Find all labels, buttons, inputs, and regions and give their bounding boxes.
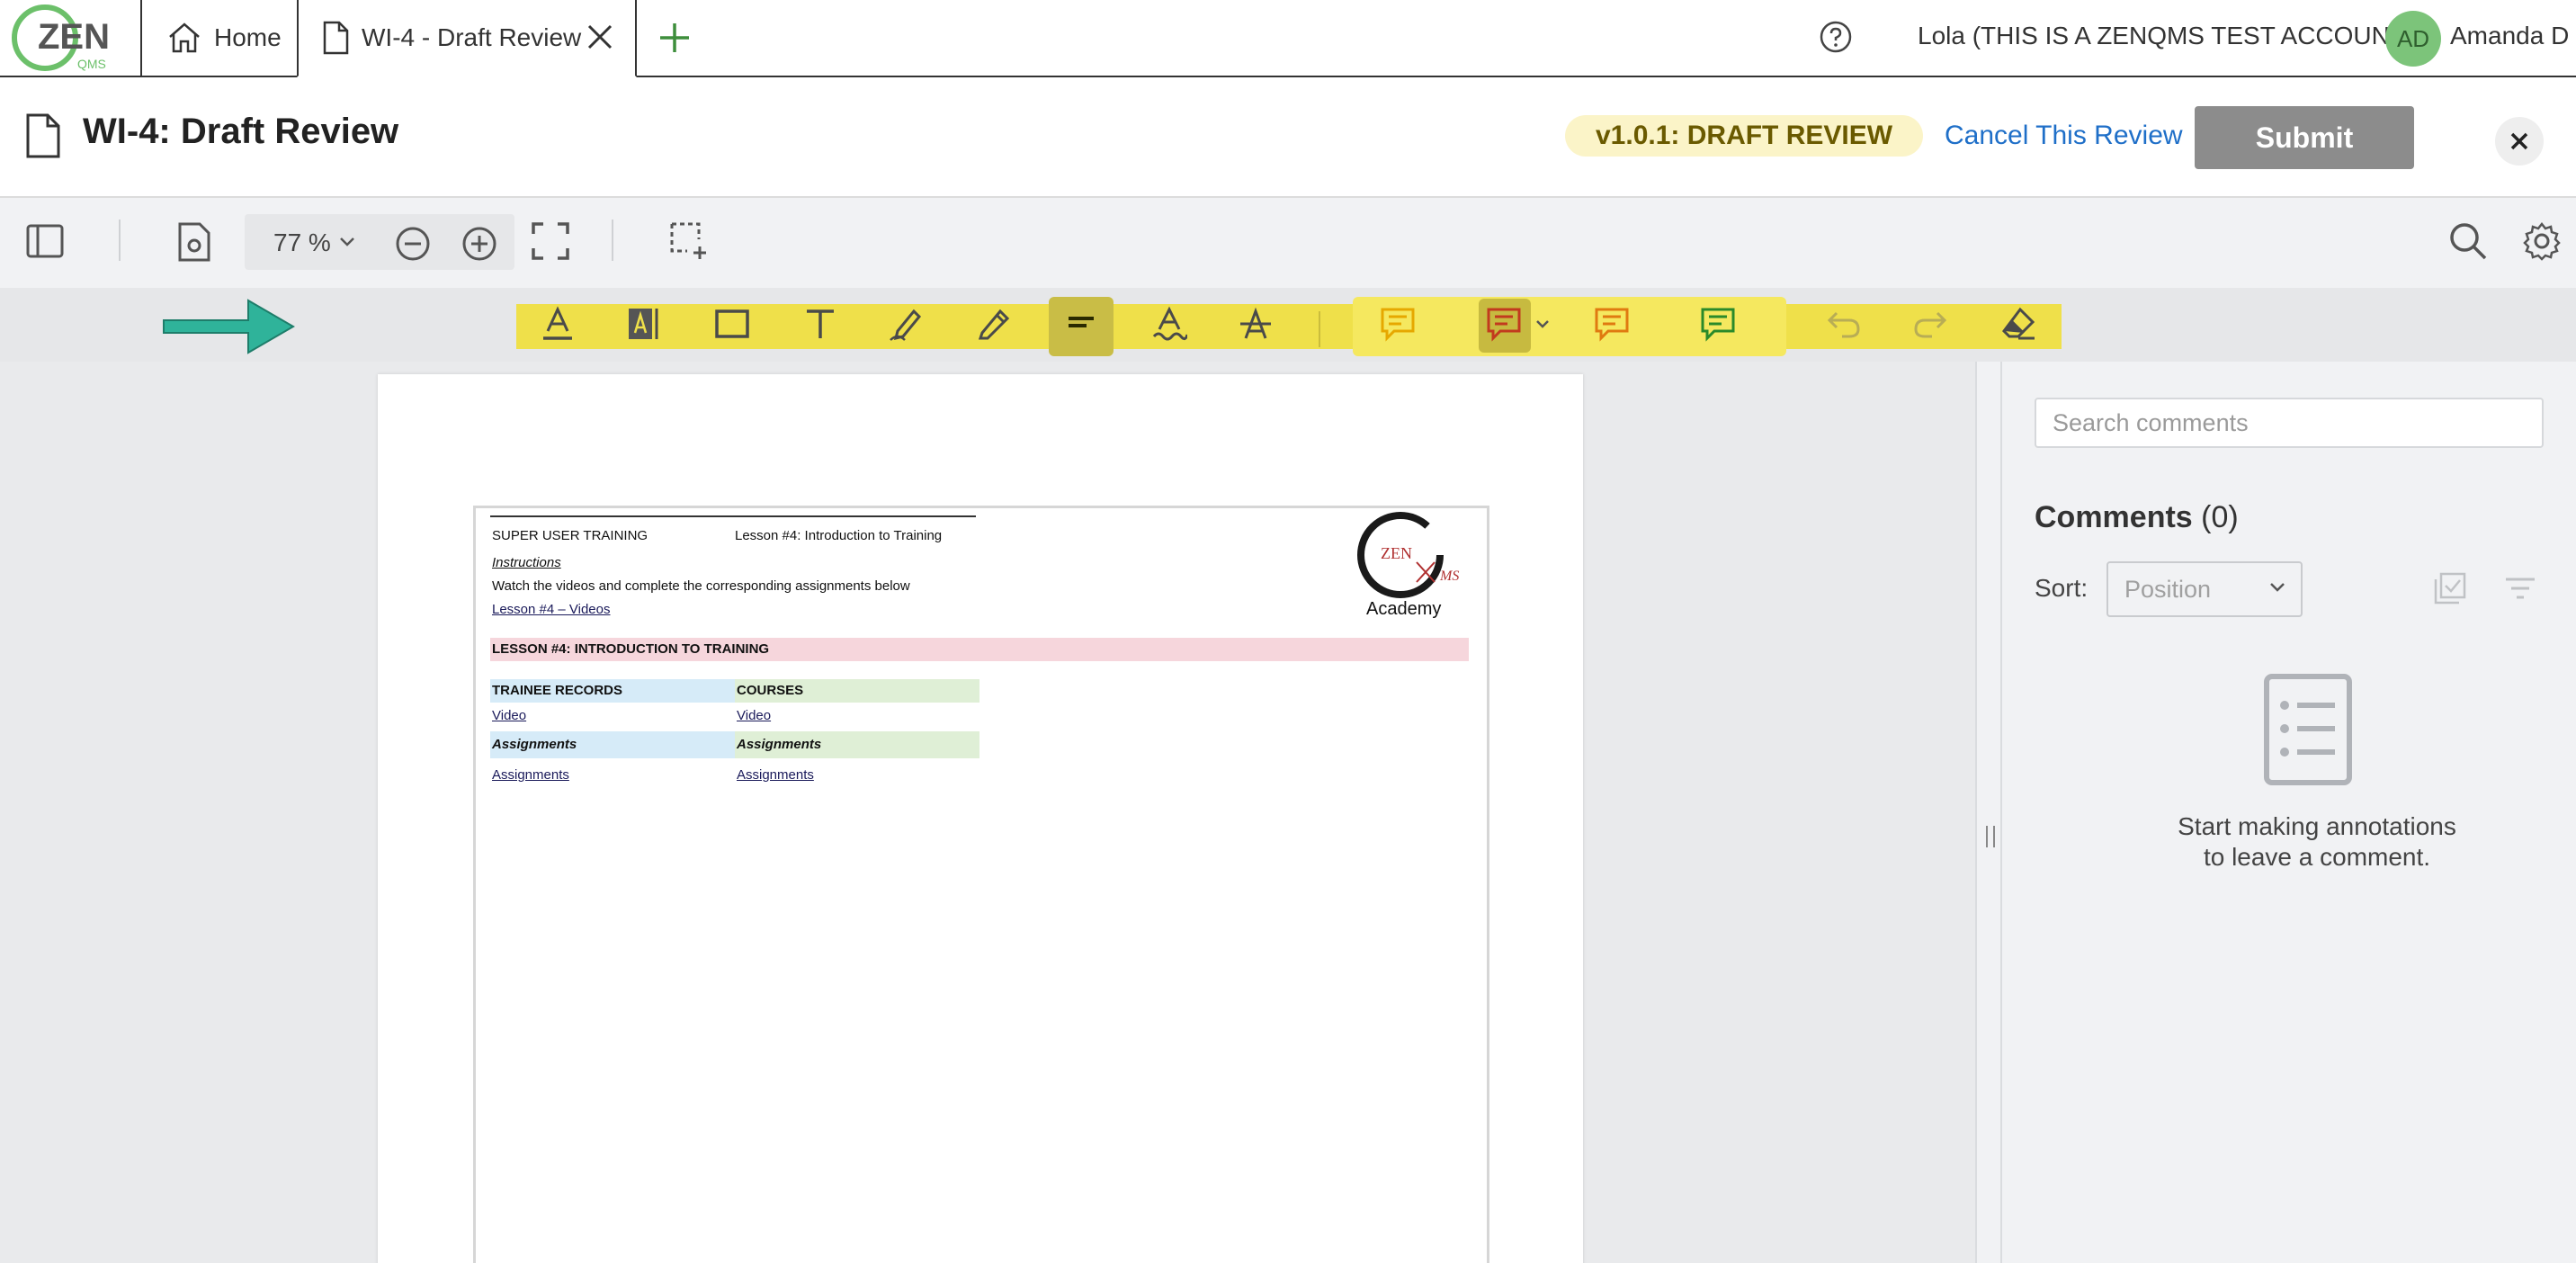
videos-link[interactable]: Lesson #4 – Videos [492, 602, 611, 617]
close-tab-icon[interactable] [586, 23, 613, 50]
pen-icon[interactable] [975, 306, 1011, 342]
squiggly-underline-icon[interactable] [1151, 306, 1187, 342]
text-icon[interactable] [802, 306, 838, 342]
fit-page-icon[interactable] [531, 221, 570, 261]
multi-select-icon[interactable] [2432, 570, 2468, 606]
empty-state-line-1: Start making annotations [2178, 812, 2456, 840]
avatar[interactable]: AD [2385, 11, 2441, 67]
panel-resize-handle[interactable] [1975, 362, 2002, 1263]
col1-video-link[interactable]: Video [492, 708, 526, 723]
document-page[interactable]: SUPER USER TRAINING Lesson #4: Introduct… [378, 374, 1583, 1263]
rectangle-icon[interactable] [714, 306, 750, 342]
sort-value: Position [2124, 575, 2212, 603]
chevron-down-icon[interactable] [1534, 318, 1551, 331]
close-icon[interactable] [2495, 117, 2544, 166]
logo-subtext: QMS [77, 57, 106, 71]
logo-text: ZEN [38, 17, 110, 57]
comment-green-icon[interactable] [1700, 306, 1736, 342]
gear-icon[interactable] [2522, 221, 2562, 261]
sort-select[interactable]: Position [2106, 561, 2303, 617]
free-text-box-icon[interactable] [626, 306, 662, 342]
search-icon[interactable] [2448, 221, 2488, 261]
col1-assignments-header: Assignments [492, 737, 577, 752]
top-tab-bar: ZEN QMS Home WI-4 - Draft Review Lola (T… [0, 0, 2576, 77]
comments-panel: Search comments Comments (0) Sort: Posit… [2002, 362, 2576, 1263]
area-select-icon[interactable] [669, 221, 709, 261]
comments-title: Comments (0) [2035, 500, 2239, 535]
strikethrough-icon[interactable] [1238, 306, 1274, 342]
academy-logo-ms: MS [1439, 569, 1459, 584]
page-settings-icon[interactable] [176, 221, 212, 263]
add-tab-icon[interactable] [657, 20, 693, 56]
tab-draft-review-label: WI-4 - Draft Review [362, 23, 582, 51]
instructions-label: Instructions [492, 555, 561, 570]
tab-home[interactable]: Home [140, 0, 299, 76]
sort-label: Sort: [2035, 574, 2089, 602]
academy-logo-text: Academy [1366, 599, 1441, 619]
arrow-pointer-icon [162, 295, 297, 358]
chevron-down-icon [2268, 581, 2286, 594]
comments-title-label: Comments [2035, 500, 2193, 534]
filter-icon[interactable] [2502, 570, 2538, 606]
col1-assignments-link[interactable]: Assignments [492, 767, 569, 783]
doc-header-left: SUPER USER TRAINING [492, 528, 648, 543]
text-underline-icon[interactable] [540, 306, 576, 342]
col2-assignments-link[interactable]: Assignments [737, 767, 814, 783]
zoom-out-icon[interactable] [394, 225, 432, 263]
eraser-icon[interactable] [2000, 306, 2036, 342]
instructions-text: Watch the videos and complete the corres… [492, 578, 910, 594]
toolbar-divider [612, 219, 613, 261]
search-comments-input[interactable]: Search comments [2035, 398, 2544, 448]
account-name[interactable]: Lola (THIS IS A ZENQMS TEST ACCOUNT) [1918, 22, 2413, 50]
header-rule [490, 515, 976, 517]
cancel-review-link[interactable]: Cancel This Review [1945, 121, 2183, 151]
tab-draft-review[interactable]: WI-4 - Draft Review [297, 0, 637, 77]
section-title: LESSON #4: INTRODUCTION TO TRAINING [492, 641, 770, 657]
viewer-toolbar: 77 % [0, 198, 2576, 288]
zoom-value: 77 % [273, 228, 331, 256]
annotation-toolbar [0, 288, 2576, 362]
help-icon[interactable] [1819, 20, 1853, 54]
home-icon [167, 22, 201, 54]
zoom-in-icon[interactable] [461, 225, 498, 263]
page-title: WI-4: Draft Review [83, 112, 399, 151]
doc-header-right: Lesson #4: Introduction to Training [735, 528, 943, 543]
col1-title: TRAINEE RECORDS [492, 683, 623, 698]
submit-button[interactable]: Submit [2195, 106, 2414, 169]
zenqms-academy-logo: ZEN MS Academy [1357, 508, 1483, 625]
document-content: SUPER USER TRAINING Lesson #4: Introduct… [473, 506, 1489, 1263]
version-badge: v1.0.1: DRAFT REVIEW [1565, 115, 1924, 157]
empty-comments-icon [2263, 673, 2353, 786]
toggle-sidebar-icon[interactable] [25, 221, 65, 261]
grip-icon [1986, 826, 1995, 847]
academy-logo-zen: ZEN [1381, 544, 1412, 562]
zenqms-logo[interactable]: ZEN QMS [11, 2, 122, 74]
document-icon [25, 113, 61, 158]
document-icon [322, 21, 349, 55]
document-canvas[interactable]: SUPER USER TRAINING Lesson #4: Introduct… [0, 362, 1975, 1263]
toolbar-divider [1319, 311, 1320, 347]
tab-home-label: Home [214, 23, 282, 51]
col2-title: COURSES [737, 683, 804, 698]
comment-red-icon[interactable] [1486, 306, 1522, 342]
highlight-icon[interactable] [1063, 306, 1099, 342]
comment-yellow-icon[interactable] [1380, 306, 1416, 342]
user-name[interactable]: Amanda D [2450, 22, 2569, 50]
zoom-selector[interactable]: 77 % [245, 214, 514, 270]
col2-video-link[interactable]: Video [737, 708, 771, 723]
toolbar-divider [119, 219, 121, 261]
signature-icon[interactable] [889, 306, 925, 342]
empty-state-line-2: to leave a comment. [2203, 843, 2431, 871]
chevron-down-icon [338, 236, 356, 248]
comments-count: (0) [2201, 500, 2239, 534]
undo-icon[interactable] [1826, 306, 1862, 342]
col2-assignments-header: Assignments [737, 737, 822, 752]
title-bar: WI-4: Draft Review v1.0.1: DRAFT REVIEW … [0, 77, 2576, 198]
redo-icon[interactable] [1912, 306, 1948, 342]
empty-state-message: Start making annotations to leave a comm… [2119, 811, 2515, 873]
comment-orange-icon[interactable] [1594, 306, 1630, 342]
